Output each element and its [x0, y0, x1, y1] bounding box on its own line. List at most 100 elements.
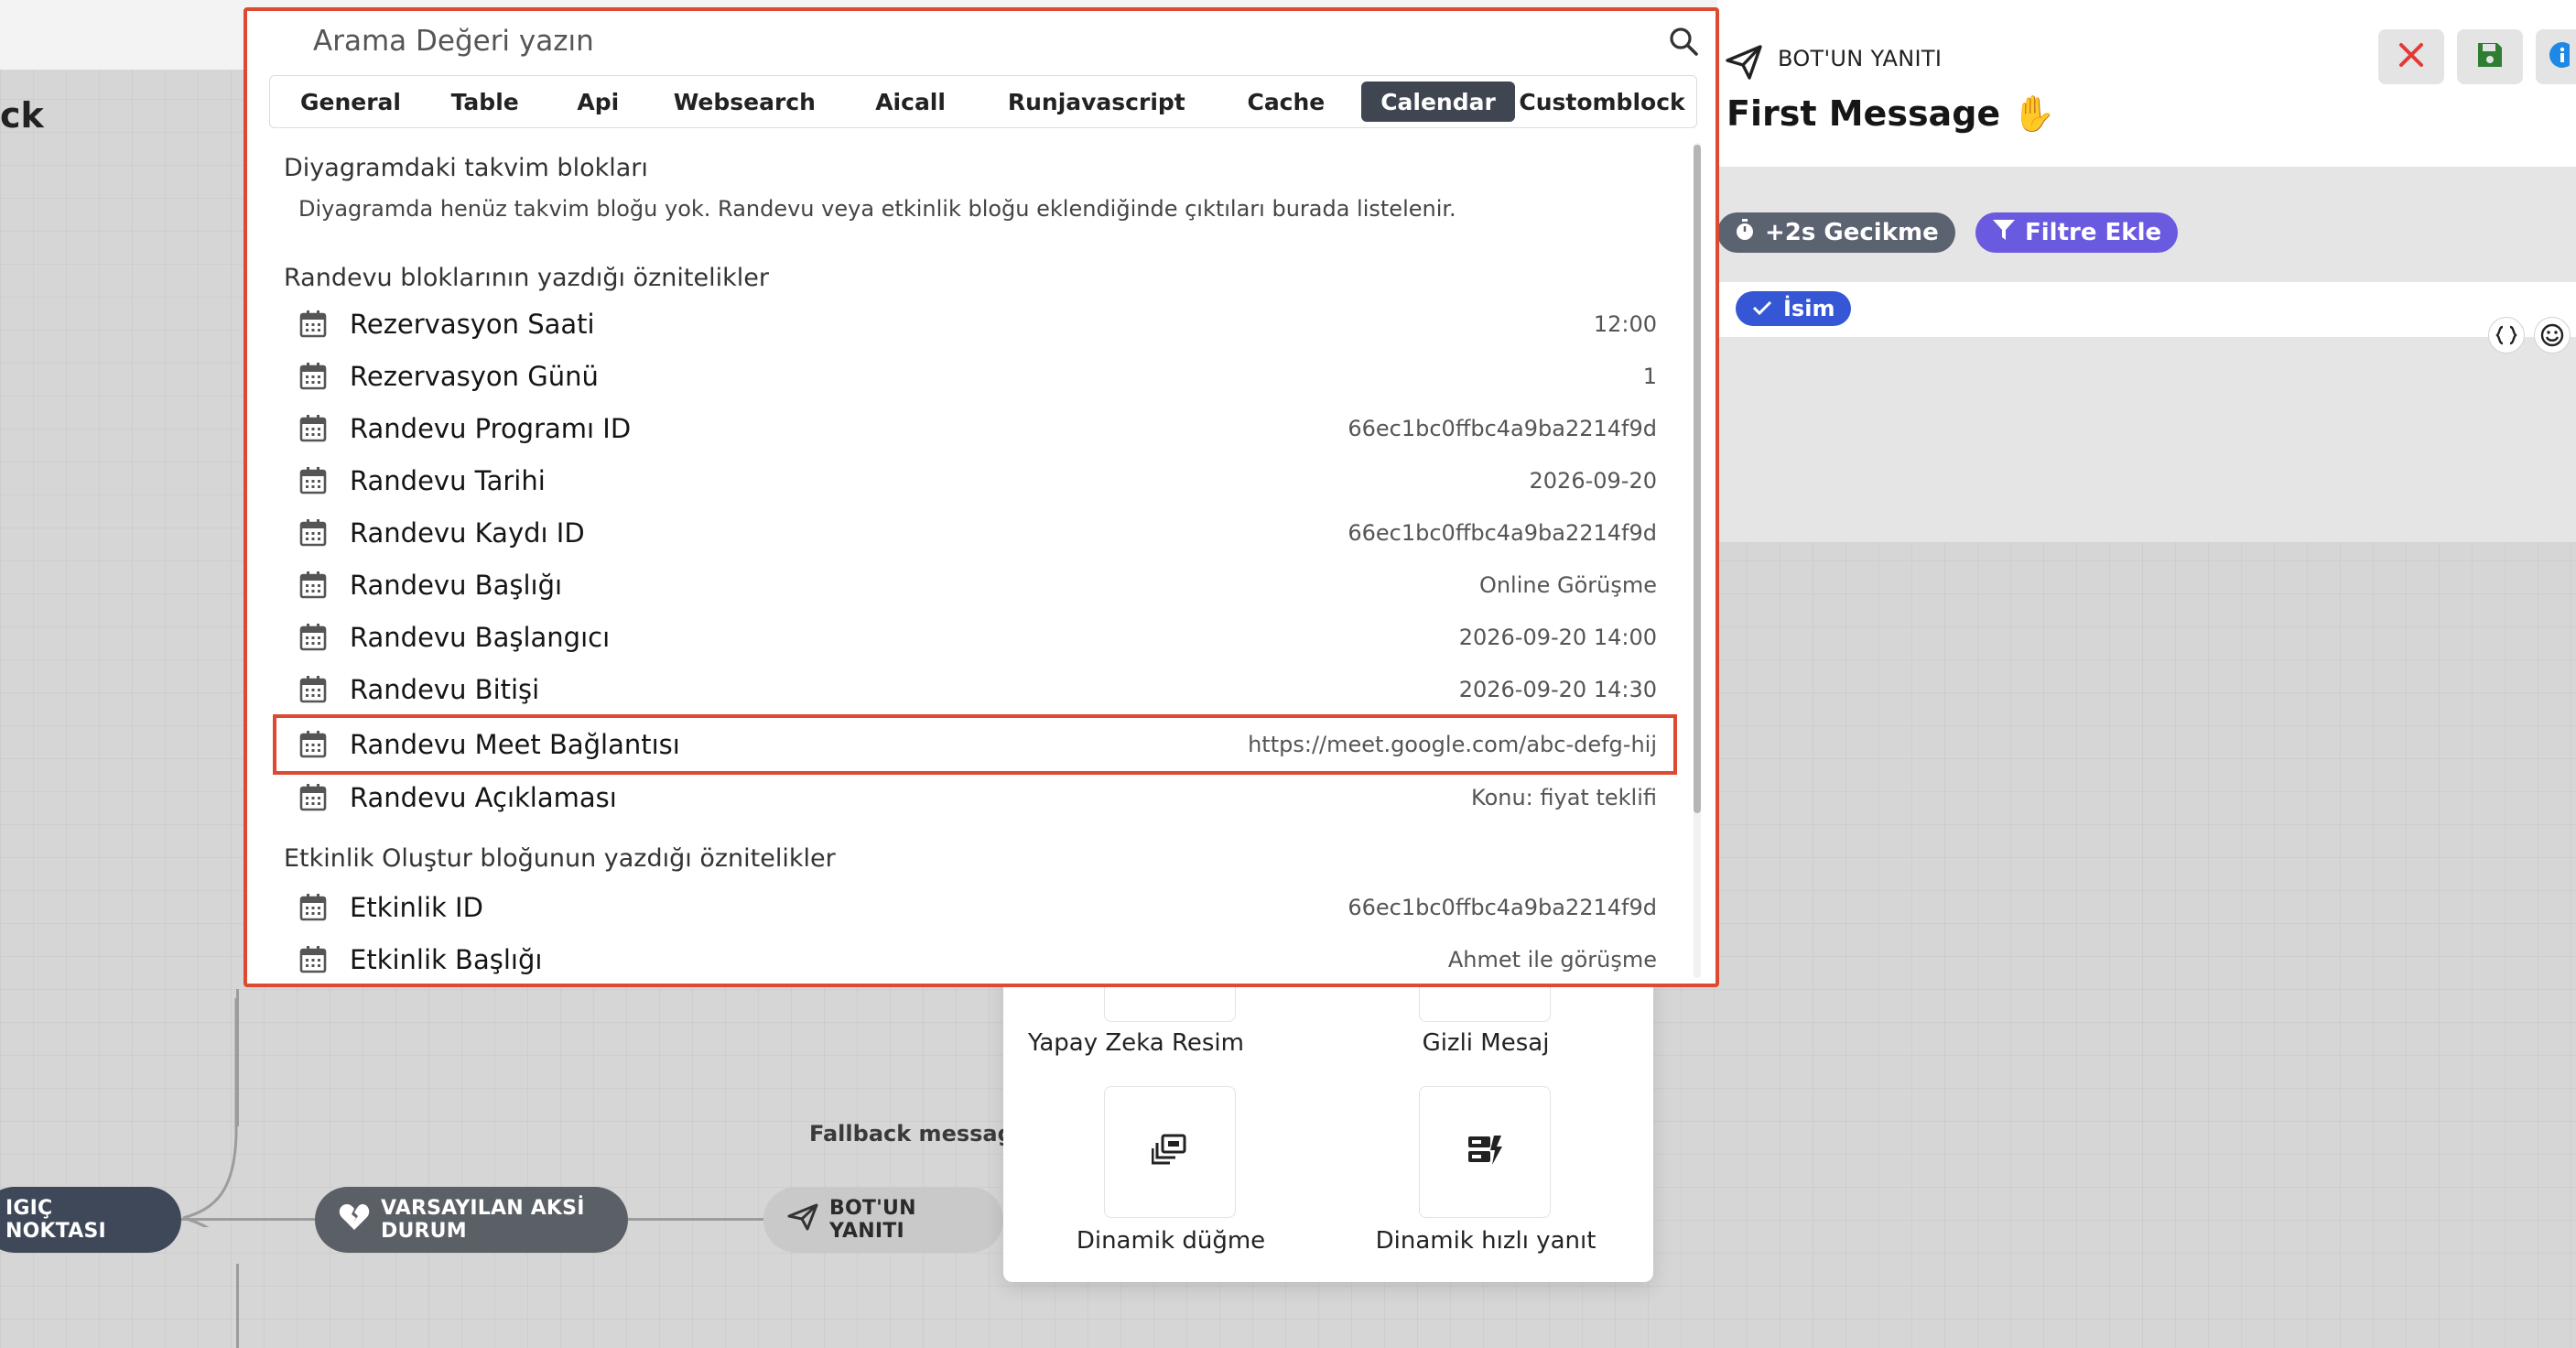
attribute-label: Randevu Programı ID — [350, 413, 632, 444]
attribute-row[interactable]: Etkinlik ID 66ec1bc0ffbc4a9ba2214f9d — [275, 882, 1675, 933]
close-icon — [2397, 41, 2425, 72]
connector-curve — [182, 998, 238, 1227]
section-title: Etkinlik Oluştur bloğunun yazdığı öznite… — [284, 844, 836, 873]
default-fallback-label: VARSAYILAN AKSİ DURUM — [381, 1197, 585, 1243]
attribute-label: Rezervasyon Saati — [350, 309, 595, 340]
attribute-row[interactable]: Etkinlik Başlığı Ahmet ile görüşme — [275, 934, 1675, 984]
section-title: Diyagramdaki takvim blokları — [284, 154, 648, 182]
dynamic-button-icon — [1151, 1134, 1188, 1170]
tab-calendar[interactable]: Calendar — [1361, 82, 1515, 122]
block-tile-dynamic-button[interactable] — [1104, 1086, 1236, 1218]
attribute-picker-popup: General Table Api Websearch Aicall Runja… — [244, 7, 1719, 987]
attribute-value: https://meet.google.com/abc-defg-hij — [1248, 732, 1657, 757]
bot-reply-node-label: BOT'UN YANITI — [829, 1197, 916, 1243]
calendar-icon — [295, 306, 331, 342]
block-picker-panel: Yapay Zeka Resim Gizli Mesaj Dinamik düğ… — [1003, 971, 1653, 1282]
calendar-icon — [295, 619, 331, 656]
save-button[interactable] — [2457, 29, 2523, 84]
variable-chip[interactable]: İsim — [1736, 291, 1852, 326]
attribute-value: 66ec1bc0ffbc4a9ba2214f9d — [1348, 416, 1657, 441]
block-type-label: BOT'UN YANITI — [1778, 46, 1943, 71]
calendar-icon — [295, 515, 331, 551]
tab-api[interactable]: Api — [546, 82, 650, 122]
search-bar — [247, 11, 1716, 71]
attribute-row[interactable]: Rezervasyon Saati 12:00 — [275, 299, 1675, 350]
attribute-list: Diyagramdaki takvim blokları Diyagramda … — [247, 139, 1690, 982]
attribute-label: Randevu Açıklaması — [350, 782, 617, 813]
add-filter-label: Filtre Ekle — [2025, 219, 2162, 246]
filter-icon — [1992, 218, 2016, 248]
fallback-message-label: Fallback messag — [809, 1121, 1013, 1147]
calendar-icon — [295, 567, 331, 603]
attribute-row[interactable]: Randevu Programı ID 66ec1bc0ffbc4a9ba221… — [275, 403, 1675, 454]
tab-cache[interactable]: Cache — [1211, 82, 1361, 122]
tab-aicall[interactable]: Aicall — [839, 82, 982, 122]
attribute-value: Online Görüşme — [1478, 572, 1657, 598]
search-input[interactable] — [313, 20, 1595, 62]
close-button[interactable] — [2378, 29, 2444, 84]
delay-chip-label: +2s Gecikme — [1765, 219, 1939, 246]
attribute-row[interactable]: Randevu Bitişi 2026-09-20 14:30 — [275, 664, 1675, 715]
timer-icon — [1734, 218, 1756, 248]
attribute-label: Etkinlik ID — [350, 892, 483, 923]
block-tile-label: Dinamik düğme — [1076, 1227, 1266, 1255]
page-title: ck — [0, 95, 44, 136]
attribute-row[interactable]: Randevu Kaydı ID 66ec1bc0ffbc4a9ba2214f9… — [275, 507, 1675, 559]
block-tile-label: Yapay Zeka Resim — [1028, 1029, 1244, 1057]
block-tile-dynamic-quick-reply[interactable] — [1419, 1086, 1551, 1218]
attribute-value: 66ec1bc0ffbc4a9ba2214f9d — [1348, 520, 1657, 546]
tab-runjavascript[interactable]: Runjavascript — [982, 82, 1211, 122]
delay-chip[interactable]: +2s Gecikme — [1717, 212, 1955, 253]
start-node[interactable]: IGIÇ NOKTASI — [0, 1187, 181, 1253]
calendar-icon — [295, 889, 331, 926]
add-filter-button[interactable]: Filtre Ekle — [1975, 212, 2179, 253]
send-icon — [1725, 44, 1763, 84]
attribute-row-highlighted[interactable]: Randevu Meet Bağlantısı https://meet.goo… — [273, 714, 1677, 775]
attribute-value: 66ec1bc0ffbc4a9ba2214f9d — [1348, 895, 1657, 920]
attribute-value: 2026-09-20 14:30 — [1458, 677, 1657, 702]
info-button[interactable] — [2536, 29, 2576, 84]
attribute-label: Etkinlik Başlığı — [350, 944, 543, 975]
check-icon — [1752, 296, 1772, 321]
emoji-icon[interactable] — [2534, 317, 2571, 353]
list-scrollbar-thumb[interactable] — [1694, 145, 1701, 813]
bot-reply-node[interactable]: BOT'UN YANITI — [763, 1187, 1003, 1253]
braces-icon[interactable] — [2488, 317, 2525, 353]
attribute-label: Randevu Başlığı — [350, 570, 563, 601]
attribute-row[interactable]: Randevu Başlangıcı 2026-09-20 14:00 — [275, 612, 1675, 663]
tab-customblock[interactable]: Customblock — [1515, 82, 1689, 122]
attribute-value: Konu: fiyat teklifi — [1471, 785, 1657, 810]
section-title: Randevu bloklarının yazdığı öznitelikler — [284, 264, 769, 292]
attribute-row[interactable]: Rezervasyon Günü 1 — [275, 351, 1675, 402]
block-tile-label: Dinamik hızlı yanıt — [1375, 1227, 1596, 1255]
variable-chip-label: İsim — [1783, 296, 1835, 321]
attribute-label: Randevu Tarihi — [350, 465, 546, 496]
tab-general[interactable]: General — [277, 82, 424, 122]
attribute-label: Randevu Meet Bağlantısı — [350, 729, 680, 760]
search-button[interactable] — [1664, 24, 1703, 62]
tab-websearch[interactable]: Websearch — [650, 82, 839, 122]
calendar-icon — [295, 410, 331, 447]
default-fallback-node[interactable]: VARSAYILAN AKSİ DURUM — [315, 1187, 628, 1253]
calendar-icon — [295, 779, 331, 816]
calendar-icon — [295, 462, 331, 499]
attribute-value: 1 — [1642, 364, 1657, 389]
attribute-value: Ahmet ile görüşme — [1447, 947, 1657, 973]
block-title[interactable]: First Message ✋ — [1726, 93, 2056, 135]
attribute-row[interactable]: Randevu Tarihi 2026-09-20 — [275, 455, 1675, 506]
start-node-label: IGIÇ NOKTASI — [5, 1197, 106, 1243]
search-icon — [1668, 26, 1699, 60]
category-tabs: General Table Api Websearch Aicall Runja… — [269, 75, 1697, 128]
broken-heart-icon — [339, 1203, 370, 1236]
attribute-row[interactable]: Randevu Açıklaması Konu: fiyat teklifi — [275, 772, 1675, 823]
attribute-row[interactable]: Randevu Başlığı Online Görüşme — [275, 560, 1675, 611]
tab-table[interactable]: Table — [424, 82, 546, 122]
save-icon — [2475, 40, 2505, 73]
send-icon — [787, 1203, 818, 1236]
block-tile-label: Gizli Mesaj — [1422, 1029, 1550, 1057]
dynamic-quick-reply-icon — [1467, 1134, 1503, 1170]
attribute-value: 2026-09-20 — [1529, 468, 1657, 494]
attribute-value: 12:00 — [1593, 311, 1657, 337]
attribute-label: Randevu Başlangıcı — [350, 622, 611, 653]
attribute-label: Rezervasyon Günü — [350, 361, 599, 392]
